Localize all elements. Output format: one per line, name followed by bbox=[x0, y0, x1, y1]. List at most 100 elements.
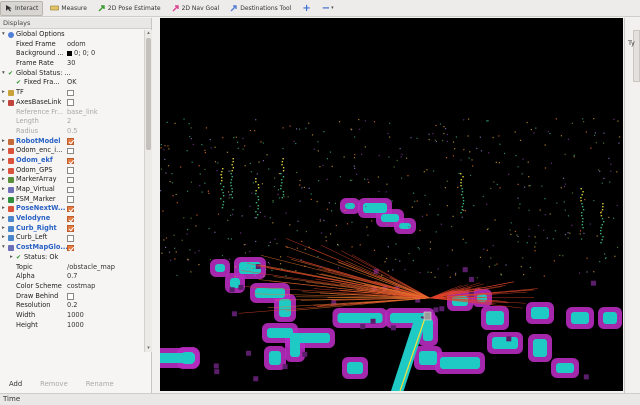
display-row[interactable]: Resolution 0.2 bbox=[0, 301, 144, 311]
display-value[interactable]: 1000 bbox=[67, 311, 84, 321]
display-row[interactable]: Color Scheme costmap bbox=[0, 282, 144, 292]
display-row[interactable]: ▾ ✔ Global Status: ... bbox=[0, 69, 144, 79]
display-row[interactable]: ▾ AxesBaseLink bbox=[0, 98, 144, 108]
display-value[interactable]: 0.7 bbox=[67, 272, 78, 282]
display-row[interactable]: ▸ Velodyne bbox=[0, 214, 144, 224]
scrollbar-thumb[interactable] bbox=[146, 38, 151, 150]
display-row[interactable]: Background ... 0; 0; 0 bbox=[0, 49, 144, 59]
enable-checkbox[interactable] bbox=[67, 186, 74, 194]
display-value[interactable]: 2 bbox=[67, 117, 71, 127]
expand-arrow-icon[interactable]: ▸ bbox=[10, 253, 13, 263]
display-row[interactable]: ▸ Map_Virtual bbox=[0, 185, 144, 195]
display-row[interactable]: ▸ ✔ Status: Ok bbox=[0, 253, 144, 263]
nav-goal-tool-button[interactable]: 2D Nav Goal bbox=[168, 1, 224, 16]
display-row[interactable]: ✔ Fixed Fra... OK bbox=[0, 78, 144, 88]
display-row[interactable]: ▸ Curb_Left bbox=[0, 233, 144, 243]
display-row[interactable]: Length 2 bbox=[0, 117, 144, 127]
remove-tool-button[interactable]: − ▾ bbox=[318, 1, 338, 16]
display-value[interactable]: 0.2 bbox=[67, 301, 78, 311]
expand-arrow-icon[interactable]: ▸ bbox=[2, 146, 5, 156]
destinations-tool-button[interactable]: Destinations Tool bbox=[226, 1, 295, 16]
enable-checkbox[interactable] bbox=[67, 215, 74, 223]
pose-estimate-tool-button[interactable]: 2D Pose Estimate bbox=[94, 1, 165, 16]
display-row[interactable]: Alpha 0.7 bbox=[0, 272, 144, 282]
display-row[interactable]: Frame Rate 30 bbox=[0, 59, 144, 69]
display-row[interactable]: Topic/obstacle_map bbox=[0, 263, 144, 273]
expand-arrow-icon[interactable]: ▸ bbox=[2, 233, 5, 243]
display-value[interactable]: OK bbox=[67, 78, 77, 88]
enable-checkbox[interactable] bbox=[67, 138, 74, 145]
display-row[interactable]: ▾ Global Options bbox=[0, 30, 144, 40]
views-type-label: Ty bbox=[628, 39, 635, 47]
display-row[interactable]: ▸ Odom_ekf bbox=[0, 156, 144, 166]
expand-arrow-icon[interactable]: ▸ bbox=[2, 214, 5, 224]
expand-arrow-icon[interactable]: ▸ bbox=[2, 175, 5, 185]
display-row[interactable]: Width 1000 bbox=[0, 311, 144, 321]
display-value[interactable]: costmap bbox=[67, 282, 95, 292]
enable-checkbox[interactable] bbox=[67, 196, 74, 203]
display-row[interactable]: Draw Behind bbox=[0, 292, 144, 302]
display-value[interactable]: 0.5 bbox=[67, 127, 78, 137]
remove-button[interactable]: Remove bbox=[31, 380, 77, 388]
point bbox=[244, 252, 247, 254]
expand-arrow-icon[interactable]: ▸ bbox=[2, 224, 5, 234]
expand-arrow-icon[interactable]: ▸ bbox=[2, 88, 5, 98]
display-value[interactable]: 0; 0; 0 bbox=[67, 49, 95, 59]
enable-checkbox[interactable] bbox=[67, 244, 74, 252]
expand-arrow-icon[interactable]: ▸ bbox=[2, 204, 5, 214]
display-row[interactable]: ▸ PoseNextW... bbox=[0, 204, 144, 214]
display-row[interactable]: Radius 0.5 bbox=[0, 127, 144, 137]
expand-arrow-icon[interactable]: ▾ bbox=[2, 98, 5, 108]
display-row[interactable]: Fixed Frame odom bbox=[0, 40, 144, 50]
point bbox=[461, 216, 463, 218]
expand-arrow-icon[interactable]: ▸ bbox=[2, 137, 5, 147]
display-row[interactable]: Height 1000 bbox=[0, 321, 144, 331]
enable-checkbox[interactable] bbox=[67, 157, 74, 165]
expand-arrow-icon[interactable]: ▸ bbox=[2, 166, 5, 176]
interact-tool-button[interactable]: Interact bbox=[0, 0, 44, 16]
display-row[interactable]: Reference Fr... base_link bbox=[0, 108, 144, 118]
display-value[interactable]: 1000 bbox=[67, 321, 84, 331]
enable-checkbox[interactable] bbox=[67, 235, 74, 242]
display-row[interactable]: ▾ CostMapGlo... bbox=[0, 243, 144, 253]
point bbox=[228, 194, 231, 196]
display-value[interactable]: /obstacle_map bbox=[67, 263, 115, 273]
add-tool-button[interactable]: + bbox=[298, 1, 314, 16]
display-row[interactable]: ▸ FSM_Marker bbox=[0, 195, 144, 205]
expand-arrow-icon[interactable]: ▸ bbox=[2, 195, 5, 205]
expand-arrow-icon[interactable]: ▸ bbox=[2, 185, 5, 195]
enable-checkbox[interactable] bbox=[67, 225, 74, 232]
enable-checkbox[interactable] bbox=[67, 147, 74, 155]
expand-arrow-icon[interactable]: ▾ bbox=[2, 243, 5, 253]
enable-checkbox[interactable] bbox=[67, 176, 74, 184]
enable-checkbox[interactable] bbox=[67, 167, 74, 174]
enable-checkbox[interactable] bbox=[67, 89, 74, 97]
display-row[interactable]: ▸ RobotModel bbox=[0, 137, 144, 147]
rename-button[interactable]: Rename bbox=[77, 380, 123, 388]
display-row[interactable]: ▸ Curb_Right bbox=[0, 224, 144, 234]
expand-arrow-icon[interactable]: ▸ bbox=[2, 156, 5, 166]
displays-scrollbar[interactable]: ▴ ▾ bbox=[144, 30, 152, 352]
views-panel-scrollbar[interactable] bbox=[633, 30, 640, 82]
enable-checkbox[interactable] bbox=[67, 293, 74, 300]
add-button[interactable]: Add bbox=[0, 380, 31, 388]
scroll-down-icon[interactable]: ▾ bbox=[146, 346, 151, 351]
display-row[interactable]: ▸ Odom_GPS bbox=[0, 166, 144, 176]
display-row[interactable]: ▸ TF bbox=[0, 88, 144, 98]
display-value[interactable]: odom bbox=[67, 40, 86, 50]
expand-arrow-icon[interactable]: ▾ bbox=[2, 30, 5, 40]
point bbox=[554, 230, 556, 232]
enable-checkbox[interactable] bbox=[67, 205, 74, 213]
display-row[interactable]: ▸ Odom_enc_i... bbox=[0, 146, 144, 156]
measure-tool-button[interactable]: Measure bbox=[46, 1, 91, 16]
display-value[interactable]: base_link bbox=[67, 108, 98, 118]
displays-tree[interactable]: ▾ Global Options Fixed Frame odom Background… bbox=[0, 30, 144, 352]
scroll-up-icon[interactable]: ▴ bbox=[146, 31, 151, 36]
costmap-core bbox=[399, 223, 411, 229]
3d-viewport[interactable] bbox=[160, 18, 623, 391]
point bbox=[544, 214, 546, 216]
display-value[interactable]: 30 bbox=[67, 59, 75, 69]
display-row[interactable]: ▸ MarkerArray bbox=[0, 175, 144, 185]
expand-arrow-icon[interactable]: ▾ bbox=[2, 69, 5, 79]
enable-checkbox[interactable] bbox=[67, 99, 74, 106]
